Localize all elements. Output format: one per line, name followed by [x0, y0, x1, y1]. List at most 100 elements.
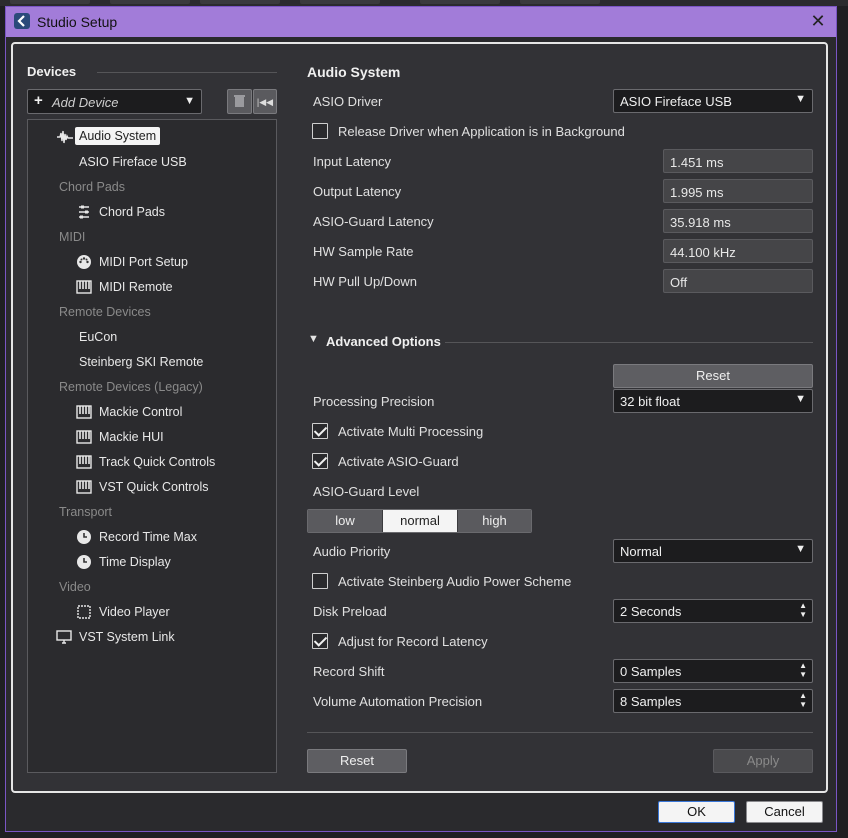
- tree-item[interactable]: VST Quick Controls: [99, 480, 209, 494]
- input-latency-value: 1.451 ms: [663, 149, 813, 173]
- monitor-icon: [56, 629, 72, 645]
- ok-button[interactable]: OK: [658, 801, 735, 823]
- disk-preload-label: Disk Preload: [313, 604, 387, 619]
- dialog-content: Devices + Add Device ▼ |◀◀ Audio System A…: [11, 42, 828, 793]
- studio-setup-dialog: Studio Setup ✕ Devices + Add Device ▼ |◀…: [5, 6, 837, 832]
- disk-preload-value: 2 Seconds: [620, 604, 682, 619]
- keyboard-icon: [76, 479, 92, 495]
- clock-icon: [76, 554, 92, 570]
- release-driver-checkbox[interactable]: [312, 123, 328, 139]
- volume-precision-label: Volume Automation Precision: [313, 694, 483, 709]
- advanced-options-heading[interactable]: Advanced Options: [326, 334, 441, 349]
- spin-arrows-icon[interactable]: ▲ ▼: [799, 691, 807, 709]
- close-icon[interactable]: ✕: [808, 11, 828, 31]
- audio-wave-icon: [56, 129, 73, 145]
- record-shift-spinbox[interactable]: 0 Samples ▲ ▼: [613, 659, 813, 683]
- devices-divider: [97, 72, 277, 73]
- keyboard-icon: [76, 429, 92, 445]
- input-latency-label: Input Latency: [313, 154, 392, 169]
- window-title: Studio Setup: [37, 14, 118, 30]
- chevron-down-icon: ▼: [795, 93, 806, 105]
- tree-category: MIDI: [59, 230, 86, 244]
- devices-tree: Audio System ASIO Fireface USB Chord Pads C…: [27, 119, 277, 773]
- midi-port-icon: [76, 254, 92, 270]
- disk-preload-spinbox[interactable]: 2 Seconds ▲ ▼: [613, 599, 813, 623]
- asio-guard-level-label: ASIO-Guard Level: [313, 484, 420, 499]
- tree-category: Remote Devices (Legacy): [59, 380, 203, 394]
- advanced-divider: [445, 342, 813, 343]
- asio-guard-level-segmented: low normal high: [307, 509, 532, 533]
- volume-precision-value: 8 Samples: [620, 694, 682, 709]
- processing-precision-select[interactable]: 32 bit float ▼: [613, 389, 813, 413]
- tree-item[interactable]: Video Player: [99, 605, 170, 619]
- delete-device-button[interactable]: [227, 89, 252, 114]
- tree-item[interactable]: VST System Link: [79, 630, 175, 644]
- tree-item[interactable]: Track Quick Controls: [99, 455, 215, 469]
- plus-icon: +: [34, 92, 43, 109]
- asio-guard-latency-value: 35.918 ms: [663, 209, 813, 233]
- keyboard-icon: [76, 279, 92, 295]
- tree-item[interactable]: Mackie Control: [99, 405, 182, 419]
- processing-precision-value: 32 bit float: [620, 394, 680, 409]
- asio-driver-label: ASIO Driver: [313, 94, 383, 109]
- bottom-divider: [307, 732, 813, 733]
- sliders-icon: [76, 204, 92, 220]
- record-shift-label: Record Shift: [313, 664, 385, 679]
- tree-item[interactable]: Mackie HUI: [99, 430, 164, 444]
- hw-sample-rate-value: 44.100 kHz: [663, 239, 813, 263]
- tree-item[interactable]: Chord Pads: [99, 205, 165, 219]
- clock-icon: [76, 529, 92, 545]
- advanced-reset-button[interactable]: Reset: [613, 364, 813, 388]
- keyboard-icon: [76, 454, 92, 470]
- add-device-dropdown[interactable]: + Add Device ▼: [27, 89, 202, 114]
- asio-driver-value: ASIO Fireface USB: [620, 94, 732, 109]
- asio-guard-label: Activate ASIO-Guard: [338, 454, 459, 469]
- asio-guard-level-option[interactable]: low: [308, 510, 383, 532]
- audio-priority-select[interactable]: Normal ▼: [613, 539, 813, 563]
- adjust-record-latency-label: Adjust for Record Latency: [338, 634, 488, 649]
- tree-item[interactable]: Record Time Max: [99, 530, 197, 544]
- chevron-down-icon: ▼: [795, 393, 806, 405]
- volume-precision-spinbox[interactable]: 8 Samples ▲ ▼: [613, 689, 813, 713]
- asio-driver-select[interactable]: ASIO Fireface USB ▼: [613, 89, 813, 113]
- cubase-app-icon: [14, 13, 30, 29]
- output-latency-value: 1.995 ms: [663, 179, 813, 203]
- asio-guard-checkbox[interactable]: [312, 453, 328, 469]
- tree-category: Remote Devices: [59, 305, 151, 319]
- tree-item[interactable]: MIDI Port Setup: [99, 255, 188, 269]
- asio-guard-level-option[interactable]: high: [458, 510, 531, 532]
- skip-back-icon: |◀◀: [256, 97, 274, 107]
- tree-item[interactable]: Audio System: [75, 127, 161, 145]
- audio-priority-label: Audio Priority: [313, 544, 391, 559]
- reset-device-button[interactable]: |◀◀: [253, 89, 277, 114]
- multi-processing-label: Activate Multi Processing: [338, 424, 484, 439]
- apply-button[interactable]: Apply: [713, 749, 813, 773]
- collapse-triangle-icon[interactable]: ▼: [308, 333, 319, 345]
- asio-guard-level-option[interactable]: normal: [383, 510, 458, 532]
- reset-button[interactable]: Reset: [307, 749, 407, 773]
- tree-category: Video: [59, 580, 91, 594]
- asio-guard-latency-label: ASIO-Guard Latency: [313, 214, 434, 229]
- tree-item[interactable]: ASIO Fireface USB: [79, 155, 187, 169]
- hw-pull-label: HW Pull Up/Down: [313, 274, 418, 289]
- adjust-record-latency-checkbox[interactable]: [312, 633, 328, 649]
- record-shift-value: 0 Samples: [620, 664, 682, 679]
- add-device-label: Add Device: [52, 95, 119, 110]
- video-frame-icon: [76, 604, 92, 620]
- spin-arrows-icon[interactable]: ▲ ▼: [799, 601, 807, 619]
- tree-item[interactable]: Time Display: [99, 555, 171, 569]
- audio-system-heading: Audio System: [307, 64, 401, 80]
- tree-item[interactable]: MIDI Remote: [99, 280, 173, 294]
- multi-processing-checkbox[interactable]: [312, 423, 328, 439]
- cancel-button[interactable]: Cancel: [746, 801, 823, 823]
- tree-item[interactable]: EuCon: [79, 330, 117, 344]
- chevron-down-icon: ▼: [795, 543, 806, 555]
- tree-item[interactable]: Steinberg SKI Remote: [79, 355, 203, 369]
- tree-category: Chord Pads: [59, 180, 126, 194]
- spin-arrows-icon[interactable]: ▲ ▼: [799, 661, 807, 679]
- hw-pull-value: Off: [663, 269, 813, 293]
- devices-heading: Devices: [27, 64, 77, 79]
- power-scheme-checkbox[interactable]: [312, 573, 328, 589]
- processing-precision-label: Processing Precision: [313, 394, 435, 409]
- keyboard-icon: [76, 404, 92, 420]
